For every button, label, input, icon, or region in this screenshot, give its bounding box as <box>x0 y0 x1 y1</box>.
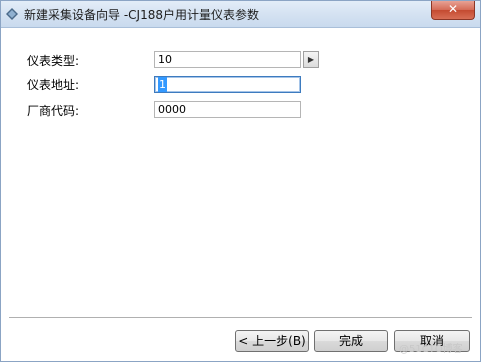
title-bar[interactable]: 新建采集设备向导 -CJ188户用计量仪表参数 ✕ <box>1 1 480 28</box>
close-button[interactable]: ✕ <box>431 1 475 20</box>
meter-address-value: 1 <box>158 77 167 92</box>
footer-separator <box>9 317 472 319</box>
meter-address-label: 仪表地址: <box>27 78 80 92</box>
meter-type-spin-button[interactable]: ▶ <box>303 51 319 68</box>
wizard-window: 新建采集设备向导 -CJ188户用计量仪表参数 ✕ 仪表类型: 10 ▶ 仪表地… <box>0 0 481 362</box>
back-button[interactable]: < 上一步(B) <box>235 330 309 352</box>
manufacturer-code-label: 厂商代码: <box>27 104 80 118</box>
meter-type-field[interactable]: 10 <box>154 51 301 68</box>
wizard-content: 仪表类型: 10 ▶ 仪表地址: 1 厂商代码: 0000 < 上一步(B) 完… <box>1 29 480 361</box>
meter-type-label: 仪表类型: <box>27 54 80 68</box>
diamond-app-icon <box>6 8 18 20</box>
watermark-text: @51CTO博客 <box>399 344 463 355</box>
manufacturer-code-field[interactable]: 0000 <box>154 101 301 118</box>
window-title: 新建采集设备向导 -CJ188户用计量仪表参数 <box>24 8 259 22</box>
meter-address-field[interactable]: 1 <box>154 76 301 93</box>
finish-button[interactable]: 完成 <box>314 330 388 352</box>
